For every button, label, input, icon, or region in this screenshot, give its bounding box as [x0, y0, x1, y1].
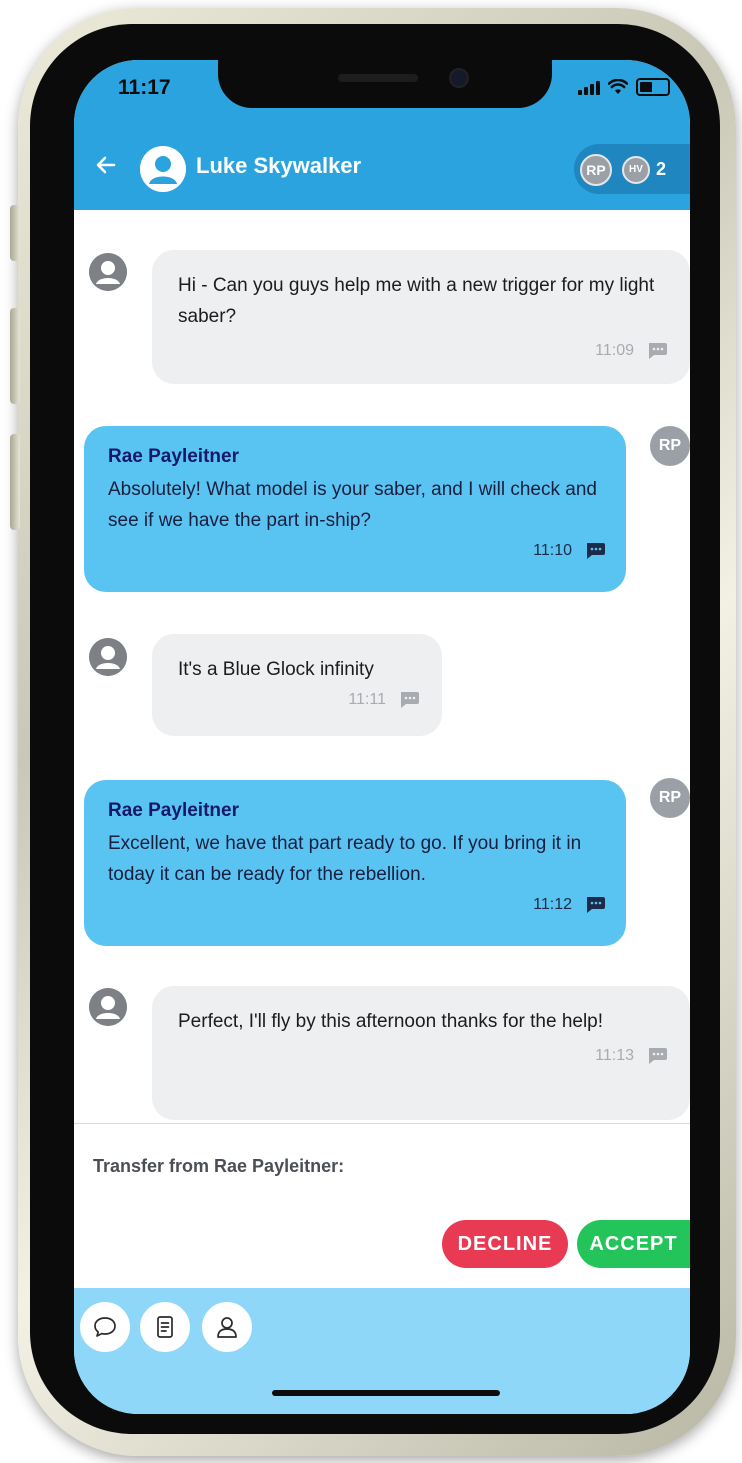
transfer-label: Transfer from Rae Payleitner:: [93, 1156, 345, 1176]
message-bubble-outgoing: Rae Payleitner Absolutely! What model is…: [84, 426, 626, 592]
battery-icon: [636, 78, 670, 96]
notes-icon: [157, 1316, 173, 1338]
message-time: 11:12: [533, 896, 572, 913]
customer-avatar-icon: [89, 638, 127, 676]
message-text: Excellent, we have that part ready to go…: [108, 833, 582, 885]
message-icon: [587, 897, 605, 913]
customer-avatar-icon: [89, 253, 127, 291]
decline-button[interactable]: DECLINE: [442, 1220, 568, 1268]
mute-switch: [10, 205, 20, 261]
agent-badge-rp: RP: [580, 154, 612, 186]
phone-screen: 11:17 Luke Skywalker RP HV 2 Hi - Can yo…: [74, 60, 690, 1414]
customer-avatar-icon: [89, 988, 127, 1026]
volume-down-button: [10, 434, 20, 530]
home-indicator[interactable]: [272, 1390, 500, 1396]
profile-tab-button[interactable]: [202, 1302, 252, 1352]
contact-name[interactable]: Luke Skywalker: [196, 153, 361, 179]
message-icon: [649, 1048, 667, 1064]
agent-avatar-rp: RP: [650, 426, 690, 466]
message-bubble-incoming: Perfect, I'll fly by this afternoon than…: [152, 986, 690, 1120]
chat-icon: [94, 1317, 116, 1337]
speaker-grille: [338, 74, 418, 82]
agent-badge-hv: HV: [622, 156, 650, 184]
message-icon: [649, 343, 667, 359]
agent-avatar-rp: RP: [650, 778, 690, 818]
profile-icon: [217, 1317, 237, 1338]
back-arrow-icon[interactable]: [92, 153, 120, 181]
message-sender: Rae Payleitner: [108, 800, 239, 821]
message-bubble-incoming: It's a Blue Glock infinity 11:11: [152, 634, 442, 736]
status-icons: [578, 78, 670, 96]
message-time: 11:09: [595, 342, 634, 359]
message-bubble-incoming: Hi - Can you guys help me with a new tri…: [152, 250, 690, 384]
transfer-divider: [74, 1123, 690, 1124]
status-time: 11:17: [118, 76, 171, 99]
message-icon: [587, 543, 605, 559]
message-sender: Rae Payleitner: [108, 446, 239, 467]
agent-count: 2: [656, 159, 667, 179]
message-text: Absolutely! What model is your saber, an…: [108, 479, 597, 531]
message-icon: [401, 692, 419, 708]
signal-icon: [578, 79, 600, 95]
front-camera: [449, 68, 469, 88]
message-time: 11:10: [533, 542, 572, 559]
message-time: 11:13: [595, 1047, 634, 1064]
volume-up-button: [10, 308, 20, 404]
contact-avatar-icon[interactable]: [140, 146, 186, 192]
notch: [218, 60, 552, 108]
message-text: Perfect, I'll fly by this afternoon than…: [178, 1011, 604, 1032]
notes-tab-button[interactable]: [140, 1302, 190, 1352]
message-time: 11:11: [348, 691, 386, 708]
chat-tab-button[interactable]: [80, 1302, 130, 1352]
accept-button[interactable]: ACCEPT: [577, 1220, 690, 1268]
wifi-icon: [608, 79, 628, 94]
message-text: Hi - Can you guys help me with a new tri…: [178, 275, 655, 327]
message-text: It's a Blue Glock infinity: [178, 659, 374, 680]
message-bubble-outgoing: Rae Payleitner Excellent, we have that p…: [84, 780, 626, 946]
